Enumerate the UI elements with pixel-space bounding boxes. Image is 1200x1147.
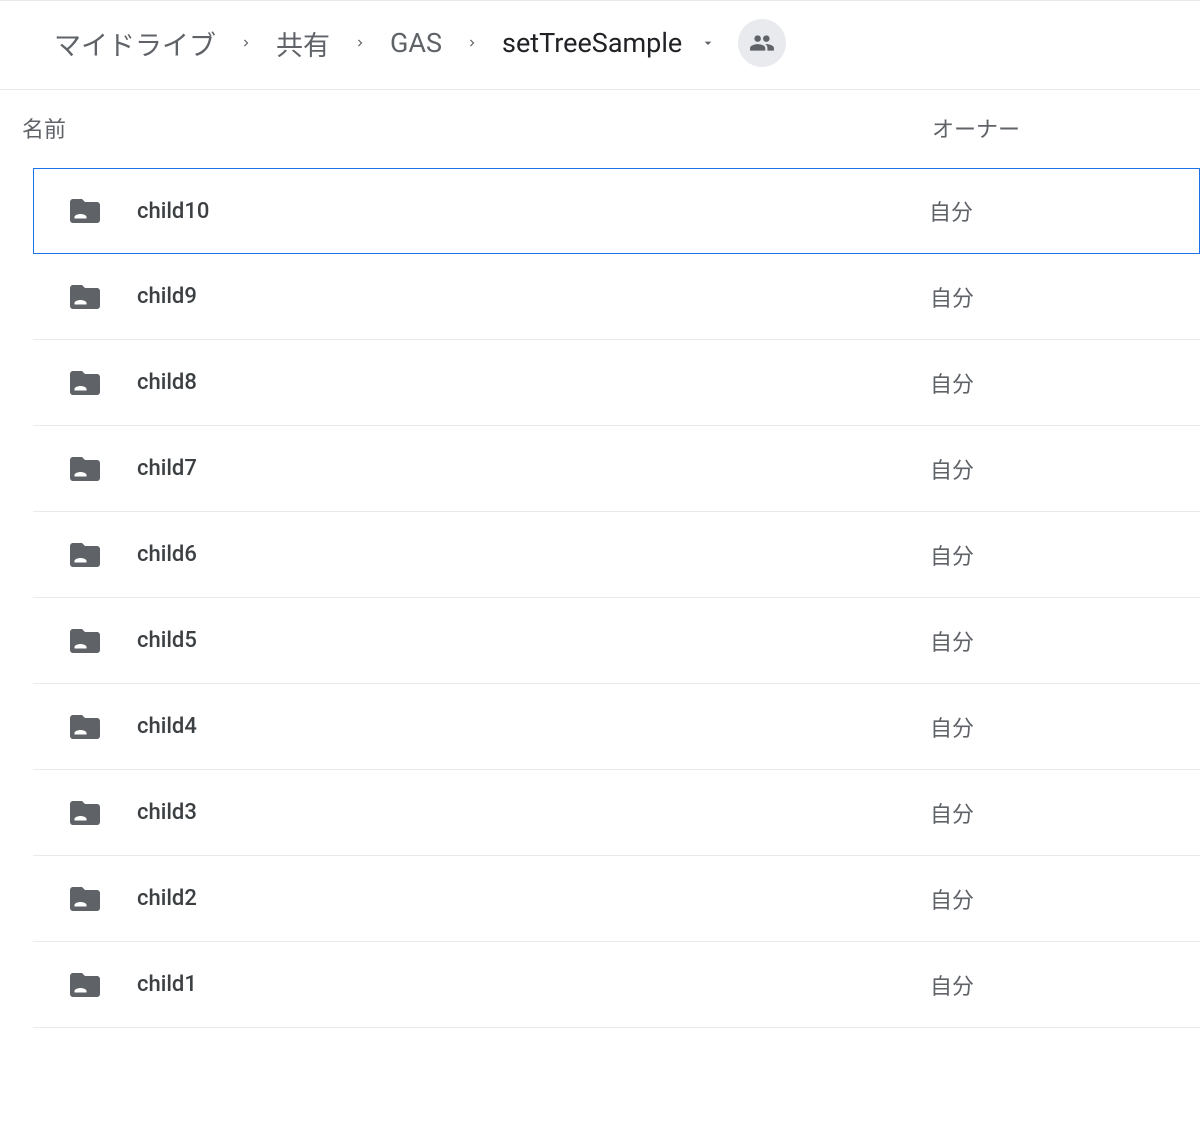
table-row[interactable]: child9自分 [33,254,1200,340]
row-owner: 自分 [929,195,1199,227]
row-name: child9 [137,284,930,309]
shared-folder-icon [67,537,103,573]
row-owner: 自分 [930,625,1200,657]
table-row[interactable]: child10自分 [33,168,1200,254]
shared-folder-icon [67,623,103,659]
row-name: child3 [137,800,930,825]
chevron-right-icon [348,31,372,55]
shared-folder-icon [67,795,103,831]
row-owner: 自分 [930,539,1200,571]
row-owner: 自分 [930,711,1200,743]
row-name: child6 [137,542,930,567]
row-owner: 自分 [930,281,1200,313]
table-row[interactable]: child7自分 [33,426,1200,512]
chevron-right-icon [234,31,258,55]
table-row[interactable]: child5自分 [33,598,1200,684]
people-icon [749,30,775,56]
row-name: child5 [137,628,930,653]
row-name: child2 [137,886,930,911]
row-owner: 自分 [930,453,1200,485]
breadcrumb-item-current[interactable]: setTreeSample [498,25,686,61]
column-headers: 名前 オーナー [0,90,1200,168]
table-row[interactable]: child4自分 [33,684,1200,770]
shared-folder-icon [67,193,103,229]
table-row[interactable]: child8自分 [33,340,1200,426]
table-row[interactable]: child6自分 [33,512,1200,598]
row-owner: 自分 [930,883,1200,915]
table-row[interactable]: child1自分 [33,942,1200,1028]
table-row[interactable]: child2自分 [33,856,1200,942]
table-row[interactable]: child3自分 [33,770,1200,856]
row-name: child8 [137,370,930,395]
shared-folder-icon [67,709,103,745]
row-owner: 自分 [930,797,1200,829]
dropdown-arrow-icon[interactable] [700,35,716,51]
breadcrumb: マイドライブ 共有 GAS setTreeSample [0,1,1200,90]
shared-folder-icon [67,881,103,917]
file-list: child10自分child9自分child8自分child7自分child6自… [0,168,1200,1028]
breadcrumb-item-gas[interactable]: GAS [386,25,446,61]
share-button[interactable] [738,19,786,67]
shared-folder-icon [67,967,103,1003]
breadcrumb-item-mydrive[interactable]: マイドライブ [50,22,220,65]
row-name: child1 [137,972,930,997]
chevron-right-icon [460,31,484,55]
header-owner[interactable]: オーナー [900,112,1020,144]
shared-folder-icon [67,365,103,401]
breadcrumb-item-shared[interactable]: 共有 [272,22,334,65]
row-owner: 自分 [930,969,1200,1001]
row-name: child10 [137,199,929,224]
shared-folder-icon [67,279,103,315]
header-name[interactable]: 名前 [0,112,900,144]
shared-folder-icon [67,451,103,487]
row-name: child4 [137,714,930,739]
row-name: child7 [137,456,930,481]
row-owner: 自分 [930,367,1200,399]
